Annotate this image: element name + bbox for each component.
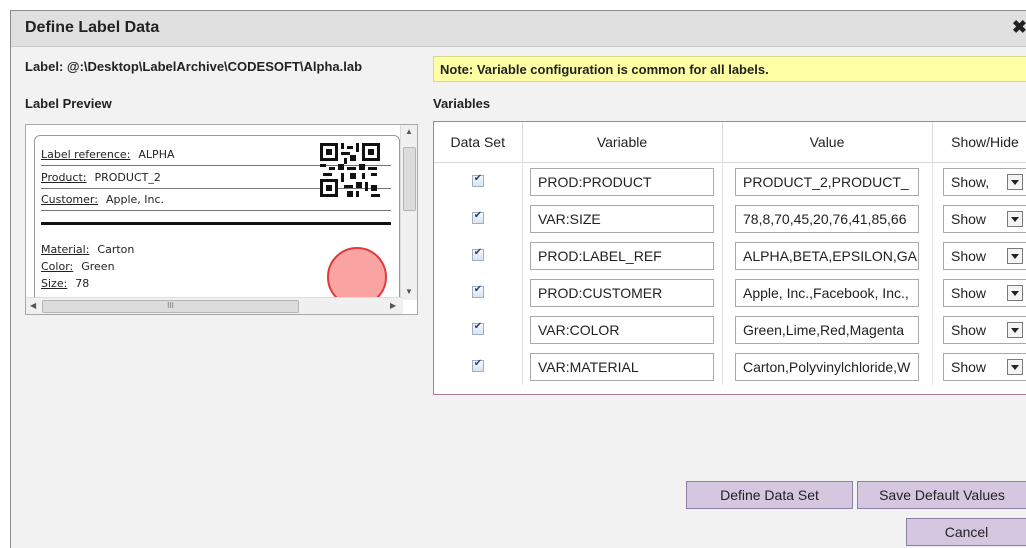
customer-caption: Customer:	[41, 193, 98, 206]
data-set-checkbox[interactable]	[471, 284, 484, 299]
table-row: VAR:COLOR Green,Lime,Red,Magenta Show	[434, 311, 1026, 348]
show-hide-select[interactable]: Show	[943, 204, 1026, 233]
color-value: Green	[81, 260, 115, 273]
note-banner: Note: Variable configuration is common f…	[433, 56, 1026, 82]
variable-field[interactable]: PROD:CUSTOMER	[530, 278, 714, 307]
data-set-checkbox[interactable]	[471, 358, 484, 373]
preview-product: Product: PRODUCT_2	[41, 171, 161, 184]
preview-size: Size: 78	[41, 277, 89, 290]
show-hide-value: Show,	[951, 173, 990, 190]
scroll-left-icon[interactable]: ◀	[30, 301, 36, 310]
customer-value: Apple, Inc.	[105, 193, 165, 206]
value-field[interactable]: PRODUCT_2,PRODUCT_	[735, 167, 919, 196]
material-value: Carton	[97, 243, 135, 256]
show-hide-select[interactable]: Show	[943, 241, 1026, 270]
variable-field[interactable]: PROD:PRODUCT	[530, 167, 714, 196]
variable-field[interactable]: VAR:COLOR	[530, 315, 714, 344]
data-set-checkbox[interactable]	[471, 247, 484, 262]
preview-horizontal-scrollbar[interactable]: ◀ III ▶	[26, 297, 403, 314]
show-hide-select[interactable]: Show,	[943, 167, 1026, 196]
show-hide-select[interactable]: Show	[943, 278, 1026, 307]
chevron-down-icon[interactable]	[1007, 247, 1023, 264]
table-row: PROD:PRODUCT PRODUCT_2,PRODUCT_ Show,	[434, 162, 1026, 200]
label-reference-caption: Label reference:	[41, 148, 131, 161]
value-field[interactable]: Green,Lime,Red,Magenta	[735, 315, 919, 344]
color-caption: Color:	[41, 260, 74, 273]
chevron-down-icon[interactable]	[1007, 173, 1023, 190]
save-default-values-button[interactable]: Save Default Values	[857, 481, 1026, 509]
value-field[interactable]: ALPHA,BETA,EPSILON,GA	[735, 241, 919, 270]
header-data-set: Data Set	[434, 122, 523, 163]
preview-material: Material: Carton	[41, 243, 134, 256]
note-text: Note: Variable configuration is common f…	[440, 62, 769, 77]
variable-field[interactable]: PROD:LABEL_REF	[530, 241, 714, 270]
variables-table: Data Set Variable Value Show/Hide PROD:P…	[433, 121, 1026, 395]
show-hide-value: Show	[951, 210, 987, 227]
product-caption: Product:	[41, 171, 87, 184]
show-hide-value: Show	[951, 358, 987, 375]
value-field[interactable]: Apple, Inc.,Facebook, Inc.,	[735, 278, 919, 307]
show-hide-value: Show	[951, 321, 987, 338]
data-set-checkbox[interactable]	[471, 173, 484, 188]
qr-code-icon	[320, 143, 380, 197]
table-row: VAR:MATERIAL Carton,Polyvinylchloride,W …	[434, 348, 1026, 385]
material-caption: Material:	[41, 243, 90, 256]
variable-field[interactable]: VAR:SIZE	[530, 204, 714, 233]
value-field[interactable]: 78,8,70,45,20,76,41,85,66	[735, 204, 919, 233]
label-preview-pane[interactable]: Label reference: ALPHA Product: PRODUCT_2 …	[25, 124, 418, 315]
scroll-up-icon[interactable]: ▲	[405, 127, 413, 136]
chevron-down-icon[interactable]	[1007, 210, 1023, 227]
separator	[41, 210, 391, 211]
variable-field[interactable]: VAR:MATERIAL	[530, 352, 714, 381]
scroll-down-icon[interactable]: ▼	[405, 287, 413, 296]
vertical-scroll-thumb[interactable]	[403, 147, 416, 211]
show-hide-value: Show	[951, 284, 987, 301]
label-reference-value: ALPHA	[138, 148, 175, 161]
header-variable: Variable	[522, 122, 723, 163]
show-hide-select[interactable]: Show	[943, 315, 1026, 344]
label-preview-heading: Label Preview	[25, 96, 112, 111]
data-set-checkbox[interactable]	[471, 321, 484, 336]
chevron-down-icon[interactable]	[1007, 358, 1023, 375]
label-card: Label reference: ALPHA Product: PRODUCT_2 …	[34, 135, 400, 314]
define-label-data-dialog: Define Label Data ✖ Label: @:\Desktop\La…	[10, 10, 1026, 548]
size-value: 78	[75, 277, 90, 290]
preview-label-reference: Label reference: ALPHA	[41, 148, 175, 161]
show-hide-value: Show	[951, 247, 987, 264]
chevron-down-icon[interactable]	[1007, 321, 1023, 338]
product-value: PRODUCT_2	[94, 171, 161, 184]
preview-customer: Customer: Apple, Inc.	[41, 193, 164, 206]
dialog-titlebar: Define Label Data ✖	[11, 11, 1026, 47]
value-field[interactable]: Carton,Polyvinylchloride,W	[735, 352, 919, 381]
table-row: PROD:CUSTOMER Apple, Inc.,Facebook, Inc.…	[434, 274, 1026, 311]
table-row: VAR:SIZE 78,8,70,45,20,76,41,85,66 Show	[434, 200, 1026, 237]
header-value: Value	[722, 122, 933, 163]
thick-separator	[41, 222, 391, 225]
preview-color: Color: Green	[41, 260, 115, 273]
show-hide-select[interactable]: Show	[943, 352, 1026, 381]
close-icon[interactable]: ✖	[1012, 17, 1026, 38]
table-row: PROD:LABEL_REF ALPHA,BETA,EPSILON,GA Sho…	[434, 237, 1026, 274]
preview-vertical-scrollbar[interactable]: ▲ ▼	[400, 125, 417, 300]
size-caption: Size:	[41, 277, 68, 290]
variables-heading: Variables	[433, 96, 491, 111]
define-data-set-button[interactable]: Define Data Set	[686, 481, 853, 509]
label-path: Label: @:\Desktop\LabelArchive\CODESOFT\…	[25, 59, 363, 74]
dialog-title: Define Label Data	[25, 19, 160, 36]
horizontal-scroll-thumb[interactable]: III	[42, 300, 299, 313]
scroll-right-icon[interactable]: ▶	[390, 301, 396, 310]
chevron-down-icon[interactable]	[1007, 284, 1023, 301]
cancel-button[interactable]: Cancel	[906, 518, 1026, 546]
data-set-checkbox[interactable]	[471, 210, 484, 225]
header-show-hide: Show/Hide	[932, 122, 1026, 163]
